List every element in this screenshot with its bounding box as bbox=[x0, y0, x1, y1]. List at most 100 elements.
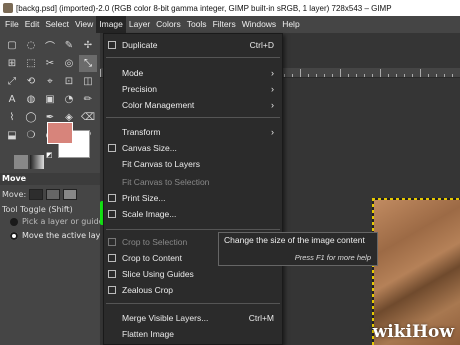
menu-item-canvas-size[interactable]: Canvas Size... bbox=[104, 140, 282, 156]
tool-button-icon[interactable]: ✎ bbox=[60, 37, 78, 54]
menu-tools[interactable]: Tools bbox=[184, 16, 210, 33]
menu-separator bbox=[106, 117, 280, 118]
foreground-color-swatch[interactable] bbox=[47, 122, 73, 144]
menu-windows[interactable]: Windows bbox=[239, 16, 279, 33]
submenu-arrow-icon: › bbox=[271, 127, 274, 137]
radio-move-active-layer[interactable]: Move the active layer bbox=[10, 231, 109, 240]
tool-button-icon[interactable]: ⌇ bbox=[3, 109, 21, 126]
tool-button-icon[interactable]: ⊞ bbox=[3, 55, 21, 72]
tool-button-icon[interactable]: ⌒ bbox=[41, 37, 59, 54]
menu-help[interactable]: Help bbox=[279, 16, 302, 33]
tool-button-icon[interactable]: ⤡ bbox=[79, 55, 97, 72]
tool-button-icon[interactable]: ⬚ bbox=[22, 55, 40, 72]
tool-button-icon[interactable]: ◍ bbox=[22, 91, 40, 108]
menu-item-label: Precision bbox=[122, 84, 157, 94]
tool-button-icon[interactable]: ⌖ bbox=[41, 73, 59, 90]
menu-filters[interactable]: Filters bbox=[210, 16, 239, 33]
layer-boundary-top bbox=[372, 198, 460, 200]
menu-item-flatten[interactable]: Flatten Image bbox=[104, 326, 282, 342]
submenu-arrow-icon: › bbox=[271, 68, 274, 78]
menu-separator bbox=[106, 57, 280, 58]
menu-view[interactable]: View bbox=[72, 16, 96, 33]
move-path-button[interactable] bbox=[63, 189, 78, 200]
print-size-icon bbox=[108, 194, 116, 202]
menu-item-label: Scale Image... bbox=[122, 209, 177, 219]
menu-item-label: Flatten Image bbox=[122, 329, 174, 339]
image-menu-dropdown: Duplicate Ctrl+D Mode › Precision › Colo… bbox=[103, 33, 283, 345]
tool-button-icon[interactable]: ⟲ bbox=[22, 73, 40, 90]
menu-item-fit-canvas-selection[interactable]: Fit Canvas to Selection bbox=[104, 174, 282, 190]
radio-label: Pick a layer or guide bbox=[22, 217, 104, 226]
tool-options-tab[interactable]: Move bbox=[0, 173, 100, 185]
tool-button-icon[interactable]: ✏ bbox=[79, 91, 97, 108]
menu-item-merge-visible[interactable]: Merge Visible Layers... Ctrl+M bbox=[104, 310, 282, 326]
tool-button-icon[interactable]: ◫ bbox=[79, 73, 97, 90]
move-label: Move: bbox=[2, 190, 27, 199]
window-title: [backg.psd] (imported)-2.0 (RGB color 8-… bbox=[16, 3, 392, 13]
menu-item-label: Slice Using Guides bbox=[122, 269, 194, 279]
menu-item-slice-guides[interactable]: Slice Using Guides bbox=[104, 266, 282, 282]
menu-item-shortcut: Ctrl+M bbox=[248, 313, 274, 323]
menu-edit[interactable]: Edit bbox=[22, 16, 43, 33]
tool-button-icon[interactable]: ◯ bbox=[22, 109, 40, 126]
menu-item-label: Color Management bbox=[122, 100, 195, 110]
menu-file[interactable]: File bbox=[2, 16, 22, 33]
move-layer-button[interactable] bbox=[29, 189, 44, 200]
menu-item-fit-canvas-layers[interactable]: Fit Canvas to Layers bbox=[104, 156, 282, 172]
menu-item-zealous-crop[interactable]: Zealous Crop bbox=[104, 282, 282, 298]
menu-item-label: Mode bbox=[122, 68, 144, 78]
tool-button-icon[interactable]: ⊡ bbox=[60, 73, 78, 90]
tool-toggle-label: Tool Toggle (Shift) bbox=[2, 205, 73, 214]
tool-button-icon[interactable]: ⌫ bbox=[79, 109, 97, 126]
menu-layer[interactable]: Layer bbox=[126, 16, 153, 33]
menu-item-color-management[interactable]: Color Management › bbox=[104, 97, 282, 113]
tool-button-icon[interactable]: ❍ bbox=[22, 127, 40, 144]
tool-button-icon[interactable]: ◔ bbox=[60, 91, 78, 108]
radio-pick-layer[interactable]: Pick a layer or guide bbox=[10, 217, 104, 226]
menu-item-print-size[interactable]: Print Size... bbox=[104, 190, 282, 206]
move-selection-button[interactable] bbox=[46, 189, 61, 200]
menu-separator bbox=[106, 229, 280, 230]
radio-button[interactable] bbox=[10, 217, 18, 226]
zealous-crop-icon bbox=[108, 286, 116, 294]
menu-item-label: Merge Visible Layers... bbox=[122, 313, 209, 323]
submenu-arrow-icon: › bbox=[271, 100, 274, 110]
menu-item-duplicate[interactable]: Duplicate Ctrl+D bbox=[104, 37, 282, 53]
reset-colors-icon[interactable]: ◩ bbox=[46, 151, 55, 159]
tool-button-icon[interactable]: ✢ bbox=[79, 37, 97, 54]
tool-button-icon[interactable]: ✂ bbox=[41, 55, 59, 72]
menu-item-label: Duplicate bbox=[122, 40, 158, 50]
menu-item-label: Canvas Size... bbox=[122, 143, 177, 153]
menu-item-transform[interactable]: Transform › bbox=[104, 124, 282, 140]
tool-button-icon[interactable]: A bbox=[3, 91, 21, 108]
tooltip: Change the size of the image content Pre… bbox=[218, 232, 378, 266]
menu-colors[interactable]: Colors bbox=[153, 16, 184, 33]
menu-select[interactable]: Select bbox=[42, 16, 72, 33]
menu-separator bbox=[106, 303, 280, 304]
gradient-icon[interactable] bbox=[30, 155, 44, 169]
move-mode-row: Move: bbox=[2, 189, 78, 200]
duplicate-icon bbox=[108, 41, 116, 49]
radio-label: Move the active layer bbox=[22, 231, 109, 240]
menu-item-label: Fit Canvas to Layers bbox=[122, 159, 200, 169]
tool-button-icon[interactable]: ◌ bbox=[22, 37, 40, 54]
tool-button-icon[interactable]: ▣ bbox=[41, 91, 59, 108]
menu-image[interactable]: Image bbox=[96, 16, 126, 33]
gimp-icon bbox=[3, 3, 13, 13]
menu-item-scale-image[interactable]: Scale Image... bbox=[104, 206, 282, 222]
tooltip-hint: Press F1 for more help bbox=[294, 253, 371, 262]
menu-item-label: Crop to Content bbox=[122, 253, 183, 263]
tool-button-icon[interactable]: ▢ bbox=[3, 37, 21, 54]
radio-button[interactable] bbox=[10, 231, 18, 240]
tool-button-icon[interactable]: ⤢ bbox=[3, 73, 21, 90]
crop-content-icon bbox=[108, 254, 116, 262]
menu-item-label: Fit Canvas to Selection bbox=[122, 177, 210, 187]
tool-button-icon[interactable]: ⬓ bbox=[3, 127, 21, 144]
menu-item-label: Print Size... bbox=[122, 193, 166, 203]
window-titlebar: [backg.psd] (imported)-2.0 (RGB color 8-… bbox=[0, 0, 460, 16]
pattern-icon[interactable] bbox=[14, 155, 28, 169]
scale-image-icon bbox=[108, 210, 116, 218]
menu-item-precision[interactable]: Precision › bbox=[104, 81, 282, 97]
menu-item-mode[interactable]: Mode › bbox=[104, 65, 282, 81]
tool-button-icon[interactable]: ◎ bbox=[60, 55, 78, 72]
